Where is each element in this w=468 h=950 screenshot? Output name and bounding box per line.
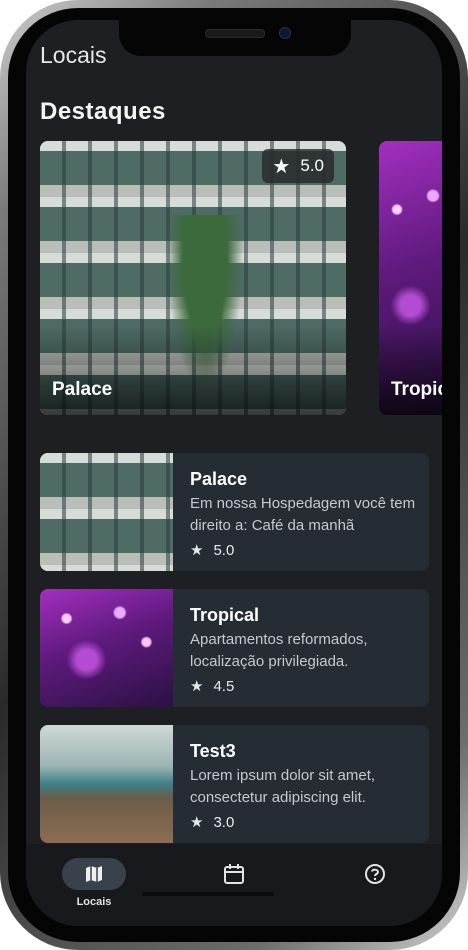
place-description: Em nossa Hospedagem você tem direito a: … [190,495,416,534]
star-icon: ★ [190,678,204,695]
nav-label: Locais [76,896,112,908]
home-indicator [142,892,274,896]
party-thumbnail [40,589,173,707]
place-name: Tropical [190,605,260,625]
section-title: Destaques [40,98,166,125]
place-description: Lorem ipsum dolor sit amet, consectetur … [190,767,376,806]
hotel-thumbnail [40,453,173,571]
phone-frame: Locais Destaques ★ 5.0 Palace Tropic Pal… [0,0,468,950]
list-item[interactable]: Test3 Lorem ipsum dolor sit amet, consec… [40,725,429,843]
front-camera [279,27,291,39]
app-screen: Locais Destaques ★ 5.0 Palace Tropic Pal… [26,20,442,926]
place-rating: ★ 3.0 [190,813,235,832]
notch [119,20,351,56]
place-description: Apartamentos reformados, localização pri… [190,631,368,670]
rating-value: 5.0 [213,541,235,559]
help-icon [365,864,385,884]
featured-card-palace[interactable]: ★ 5.0 Palace [40,141,346,415]
rating-value: 3.0 [213,813,235,831]
star-icon: ★ [190,814,204,831]
place-name: Palace [190,469,248,489]
nav-item-help[interactable] [335,858,415,910]
rating-value: 5.0 [300,156,324,175]
featured-card-tropical[interactable]: Tropic [379,141,442,415]
star-icon: ★ [190,542,204,559]
calendar-icon [224,864,244,884]
list-item[interactable]: Tropical Apartamentos reformados, locali… [40,589,429,707]
star-icon: ★ [272,155,291,178]
rating-value: 4.5 [213,677,235,695]
app-title: Locais [40,42,107,68]
bottom-navigation: Locais [26,844,442,926]
nav-item-calendar[interactable] [194,858,274,910]
map-icon [86,866,102,882]
list-item[interactable]: Palace Em nossa Hospedagem você tem dire… [40,453,429,571]
place-rating: ★ 4.5 [190,677,235,696]
place-name: Test3 [190,741,236,761]
featured-name: Tropic [391,379,442,400]
speaker [205,29,265,38]
beach-thumbnail [40,725,173,843]
place-rating: ★ 5.0 [190,541,235,560]
rating-chip: ★ 5.0 [262,149,334,183]
featured-name: Palace [52,379,113,400]
nav-item-locais[interactable]: Locais [54,858,134,910]
nav-pill [62,858,126,890]
